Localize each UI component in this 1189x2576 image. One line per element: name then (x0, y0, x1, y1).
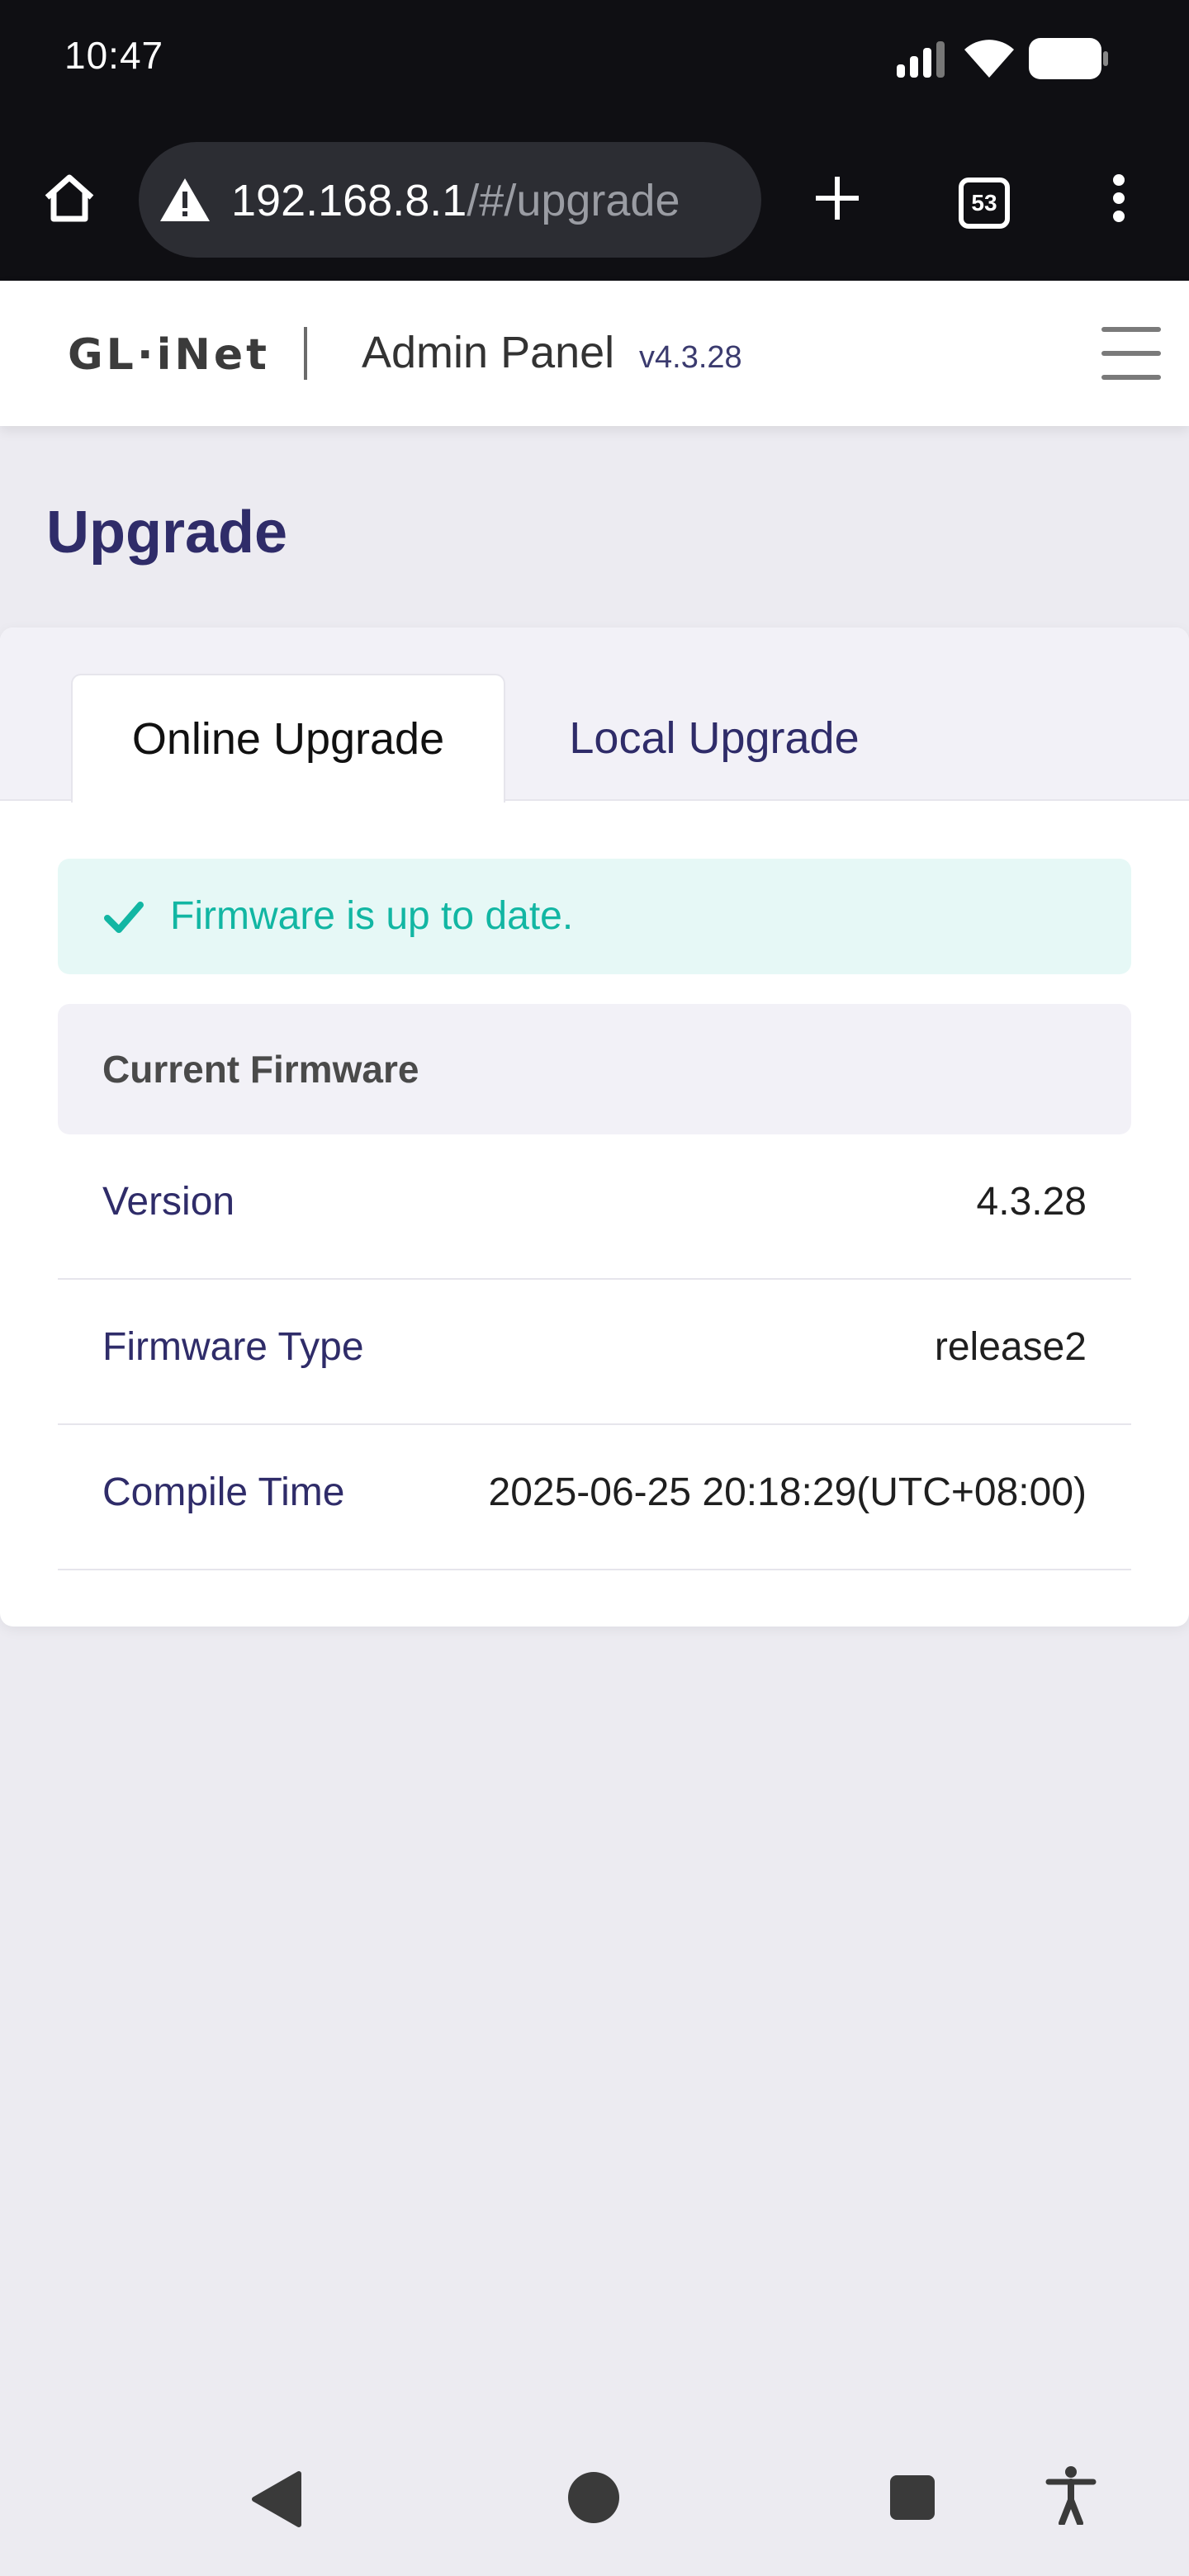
home-icon (45, 174, 94, 222)
signal-icon (897, 41, 945, 78)
row-value: 2025-06-25 20:18:29(UTC+08:00) (488, 1470, 1087, 1514)
status-time: 10:47 (64, 34, 164, 77)
firmware-row-type: Firmware Type release2 (58, 1280, 1131, 1425)
status-bar: 10:47 (0, 0, 1189, 116)
glinet-logo[interactable]: GL·iNet (68, 330, 270, 388)
row-label: Firmware Type (102, 1325, 364, 1369)
menu-button[interactable] (1101, 327, 1161, 380)
tab-count-badge: 53 (959, 178, 1010, 229)
address-bar[interactable]: 192.168.8.1/#/upgrade (139, 142, 761, 258)
firmware-row-version: Version 4.3.28 (58, 1134, 1131, 1280)
tabs-button[interactable]: 53 (953, 172, 1016, 234)
tab-local-upgrade[interactable]: Local Upgrade (528, 674, 900, 803)
page-title: Upgrade (46, 500, 288, 566)
battery-icon (1029, 38, 1108, 79)
row-value: release2 (934, 1325, 1087, 1369)
firmware-version-label: v4.3.28 (639, 340, 742, 375)
current-firmware-header: Current Firmware (58, 1004, 1131, 1134)
section-title: Current Firmware (102, 1048, 419, 1091)
home-button[interactable] (36, 167, 102, 230)
accessibility-icon[interactable] (1045, 2465, 1097, 2525)
row-value: 4.3.28 (976, 1180, 1087, 1224)
firmware-row-compile-time: Compile Time 2025-06-25 20:18:29(UTC+08:… (58, 1425, 1131, 1570)
browser-menu-button[interactable] (1098, 167, 1139, 230)
plus-icon (816, 177, 859, 220)
system-nav-bar (0, 2444, 1189, 2576)
check-icon (104, 902, 144, 933)
warning-icon (160, 178, 210, 221)
wifi-icon (964, 40, 1014, 78)
recents-icon[interactable] (888, 2474, 936, 2522)
browser-toolbar: 192.168.8.1/#/upgrade 53 (0, 116, 1189, 281)
row-label: Version (102, 1180, 235, 1224)
header-divider (304, 327, 307, 380)
url-text: 192.168.8.1/#/upgrade (231, 176, 680, 225)
status-alert: Firmware is up to date. (58, 859, 1131, 974)
new-tab-button[interactable] (806, 167, 869, 230)
back-icon[interactable] (249, 2470, 302, 2528)
upgrade-card: Online Upgrade Local Upgrade Firmware is… (0, 627, 1189, 1627)
more-vert-icon (1113, 174, 1125, 222)
row-label: Compile Time (102, 1470, 345, 1514)
tab-online-upgrade[interactable]: Online Upgrade (71, 674, 505, 803)
home-nav-icon[interactable] (566, 2470, 621, 2525)
upgrade-tabs: Online Upgrade Local Upgrade (0, 627, 1189, 803)
app-header: GL·iNet Admin Panel v4.3.28 (0, 281, 1189, 426)
admin-panel-title: Admin Panel (362, 328, 615, 377)
alert-message: Firmware is up to date. (170, 894, 574, 938)
